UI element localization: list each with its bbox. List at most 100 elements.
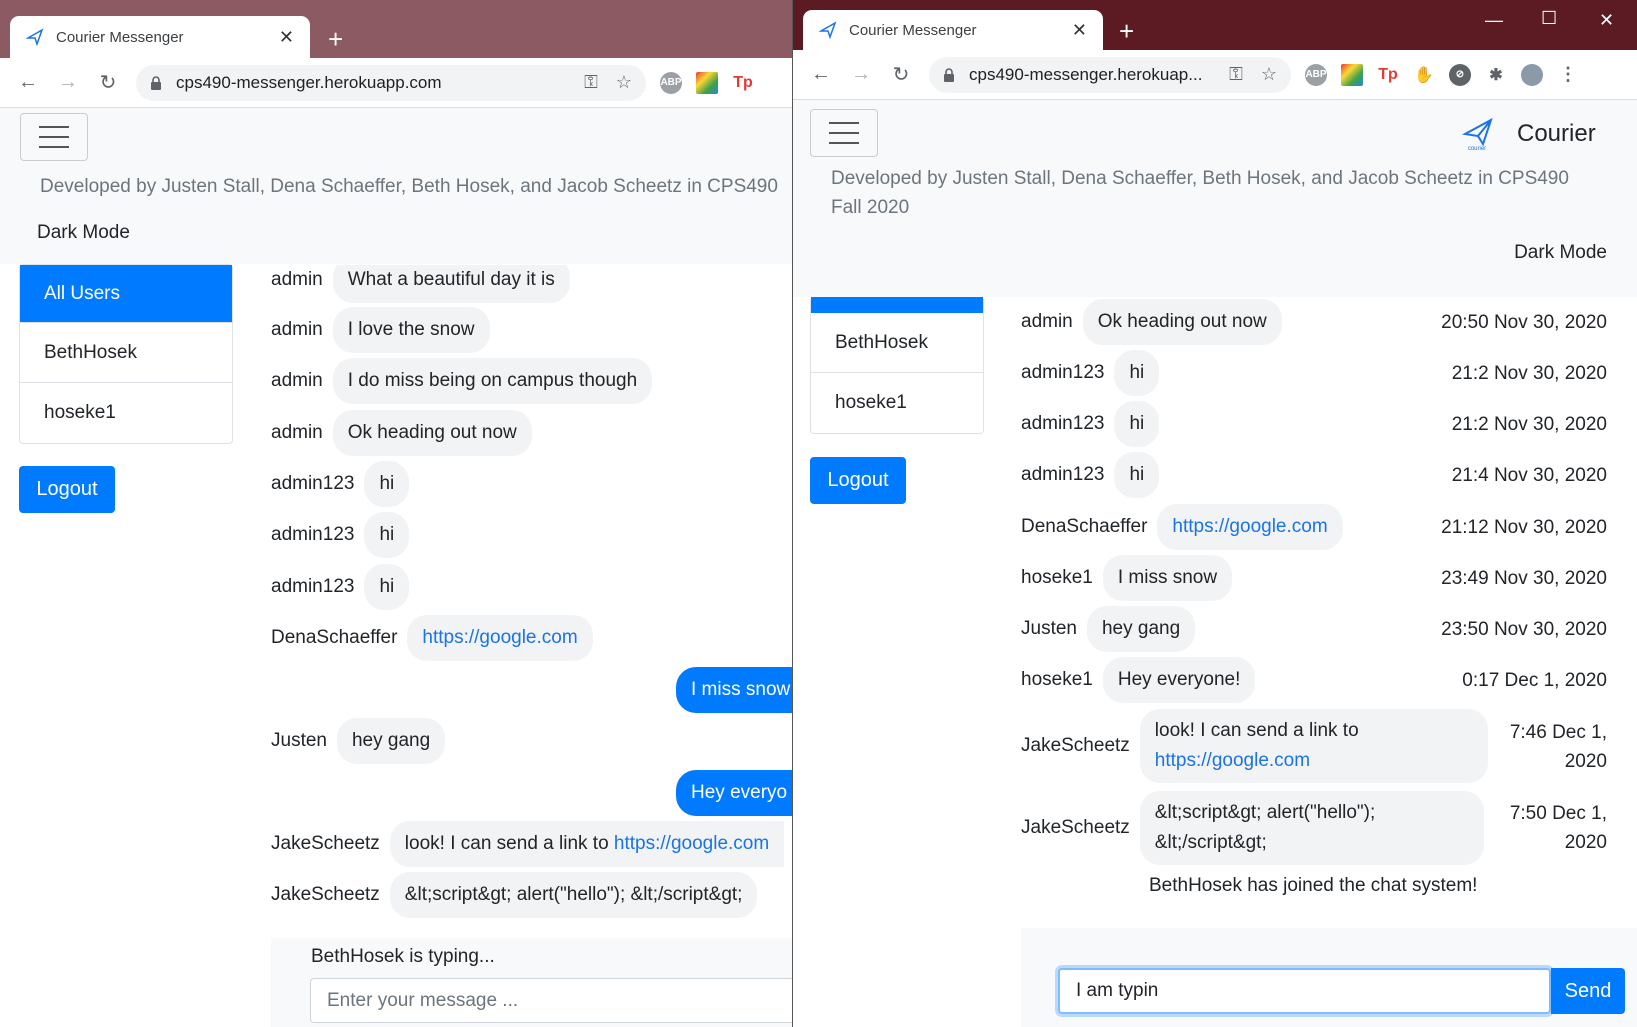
- message-bubble: look! I can send a link to https://googl…: [389, 821, 785, 867]
- message-username: DenaSchaeffer: [271, 627, 398, 648]
- tab-strip: Courier Messenger ✕ +: [0, 0, 792, 58]
- reload-icon[interactable]: ↻: [88, 70, 128, 95]
- message-row: admin123 hi: [271, 512, 410, 558]
- message-username: admin123: [1021, 362, 1105, 383]
- message-username: admin123: [1021, 464, 1105, 485]
- tp-extension-icon[interactable]: Tp: [1377, 63, 1399, 86]
- message-link[interactable]: https://google.com: [1155, 746, 1310, 776]
- timestamp-line: 2020: [1564, 832, 1607, 853]
- browser-tab[interactable]: Courier Messenger ✕: [10, 16, 310, 58]
- message-username: admin123: [271, 524, 355, 545]
- new-tab-icon[interactable]: +: [1119, 16, 1134, 47]
- message-timestamp: 7:50 Dec 1, 2020: [1510, 799, 1607, 857]
- message-link[interactable]: https://google.com: [614, 833, 769, 855]
- user-item-active-clipped[interactable]: [811, 297, 983, 313]
- user-item-bethhosek[interactable]: BethHosek: [20, 323, 232, 383]
- tab-title: Courier Messenger: [849, 21, 977, 39]
- back-icon[interactable]: ←: [8, 71, 48, 94]
- developer-credits: Developed by Justen Stall, Dena Schaeffe…: [40, 176, 778, 197]
- hand-extension-icon[interactable]: ✋: [1413, 63, 1435, 86]
- close-tab-icon[interactable]: ✕: [1072, 20, 1087, 41]
- message-row: Justen hey gang: [1021, 606, 1196, 652]
- user-list: All Users BethHosek hoseke1: [19, 264, 233, 444]
- bookmark-star-icon[interactable]: ☆: [616, 72, 632, 93]
- message-row: admin123 hi: [271, 564, 410, 610]
- address-bar[interactable]: cps490-messenger.herokuap... ⚿ ☆: [929, 56, 1291, 93]
- message-row: DenaSchaeffer https://google.com: [271, 615, 593, 661]
- own-message-bubble: Hey everyo: [676, 770, 792, 816]
- courier-favicon-icon: [819, 21, 837, 39]
- developer-credits: Developed by Justen Stall, Dena Schaeffe…: [831, 168, 1569, 189]
- maximize-icon[interactable]: ☐: [1541, 8, 1557, 29]
- message-row: hoseke1 Hey everyone!: [1021, 657, 1256, 703]
- lock-icon: [943, 67, 955, 82]
- bookmark-star-icon[interactable]: ☆: [1261, 64, 1277, 85]
- message-link[interactable]: https://google.com: [1172, 516, 1327, 538]
- menu-toggle-button[interactable]: [20, 113, 88, 161]
- forward-icon[interactable]: →: [48, 71, 88, 94]
- close-window-icon[interactable]: ✕: [1599, 10, 1614, 31]
- message-input[interactable]: I am typin: [1058, 968, 1551, 1014]
- message-input[interactable]: Enter your message ...: [310, 978, 792, 1023]
- adblock-extension-icon[interactable]: ABP: [660, 71, 682, 94]
- join-notice: BethHosek has joined the chat system!: [1149, 875, 1478, 896]
- message-bubble: I love the snow: [332, 307, 490, 353]
- message-username: admin123: [1021, 413, 1105, 434]
- key-icon[interactable]: ⚿: [584, 72, 598, 93]
- reload-icon[interactable]: ↻: [881, 62, 921, 87]
- logout-button[interactable]: Logout: [810, 457, 906, 504]
- minimize-icon[interactable]: —: [1485, 10, 1503, 31]
- message-row: admin I do miss being on campus though: [271, 358, 653, 404]
- site-navbar: Developed by Justen Stall, Dena Schaeffe…: [0, 108, 792, 264]
- message-bubble: I miss snow: [1102, 555, 1233, 601]
- message-row: JakeScheetz &lt;script&gt; alert("hello"…: [271, 872, 758, 918]
- timestamp-line: 2020: [1564, 751, 1607, 772]
- key-icon[interactable]: ⚿: [1229, 64, 1243, 85]
- message-username: hoseke1: [1021, 669, 1093, 690]
- user-item-all-users[interactable]: All Users: [20, 265, 232, 323]
- more-menu-icon[interactable]: ⋮: [1557, 63, 1579, 86]
- close-tab-icon[interactable]: ✕: [279, 27, 294, 48]
- left-browser-window: Courier Messenger ✕ + ← → ↻ cps490-messe…: [0, 0, 792, 1027]
- message-username: JakeScheetz: [271, 833, 380, 854]
- timestamp-line: 7:46 Dec 1,: [1509, 722, 1607, 743]
- send-button[interactable]: Send: [1551, 968, 1625, 1014]
- user-item-bethhosek[interactable]: BethHosek: [811, 313, 983, 373]
- color-extension-icon[interactable]: [696, 71, 718, 94]
- message-bubble: hi: [1114, 401, 1160, 447]
- message-timestamp: 23:49 Nov 30, 2020: [1441, 568, 1607, 589]
- tp-extension-icon[interactable]: Tp: [732, 71, 754, 94]
- own-message-row: I miss snow: [676, 667, 792, 713]
- brand-name[interactable]: Courier: [1517, 120, 1596, 148]
- forward-icon[interactable]: →: [841, 63, 881, 86]
- message-bubble: hey gang: [336, 718, 446, 764]
- compose-area: BethHosek is typing... Enter your messag…: [271, 938, 792, 1027]
- message-row: admin I love the snow: [271, 307, 490, 353]
- dark-mode-toggle[interactable]: Dark Mode: [37, 222, 130, 244]
- message-bubble: I do miss being on campus though: [332, 358, 653, 404]
- browser-tab[interactable]: Courier Messenger ✕: [803, 10, 1103, 50]
- color-extension-icon[interactable]: [1341, 63, 1363, 86]
- message-timestamp: 0:17 Dec 1, 2020: [1462, 670, 1607, 691]
- message-link[interactable]: https://google.com: [422, 627, 577, 649]
- message-bubble: hi: [364, 512, 410, 558]
- dark-mode-toggle[interactable]: Dark Mode: [1514, 242, 1607, 264]
- new-tab-icon[interactable]: +: [328, 24, 343, 55]
- menu-toggle-button[interactable]: [810, 109, 878, 157]
- logout-button[interactable]: Logout: [19, 466, 115, 513]
- message-bubble: Ok heading out now: [1082, 299, 1282, 345]
- address-bar[interactable]: cps490-messenger.herokuapp.com ⚿ ☆: [136, 64, 646, 101]
- message-text: &lt;script&gt; alert("hello");: [1154, 802, 1376, 823]
- adblock-extension-icon[interactable]: ABP: [1305, 63, 1327, 86]
- user-item-hoseke1[interactable]: hoseke1: [811, 373, 983, 433]
- puzzle-extensions-icon[interactable]: ✱: [1485, 63, 1507, 86]
- message-timestamp: 23:50 Nov 30, 2020: [1441, 619, 1607, 640]
- back-icon[interactable]: ←: [801, 63, 841, 86]
- message-username: JakeScheetz: [1021, 817, 1130, 838]
- own-message-bubble: I miss snow: [676, 667, 792, 713]
- tab-title: Courier Messenger: [56, 28, 184, 46]
- message-bubble: hi: [1114, 452, 1160, 498]
- circle-extension-icon[interactable]: ⊘: [1449, 63, 1471, 86]
- profile-avatar[interactable]: [1521, 63, 1543, 86]
- user-item-hoseke1[interactable]: hoseke1: [20, 383, 232, 443]
